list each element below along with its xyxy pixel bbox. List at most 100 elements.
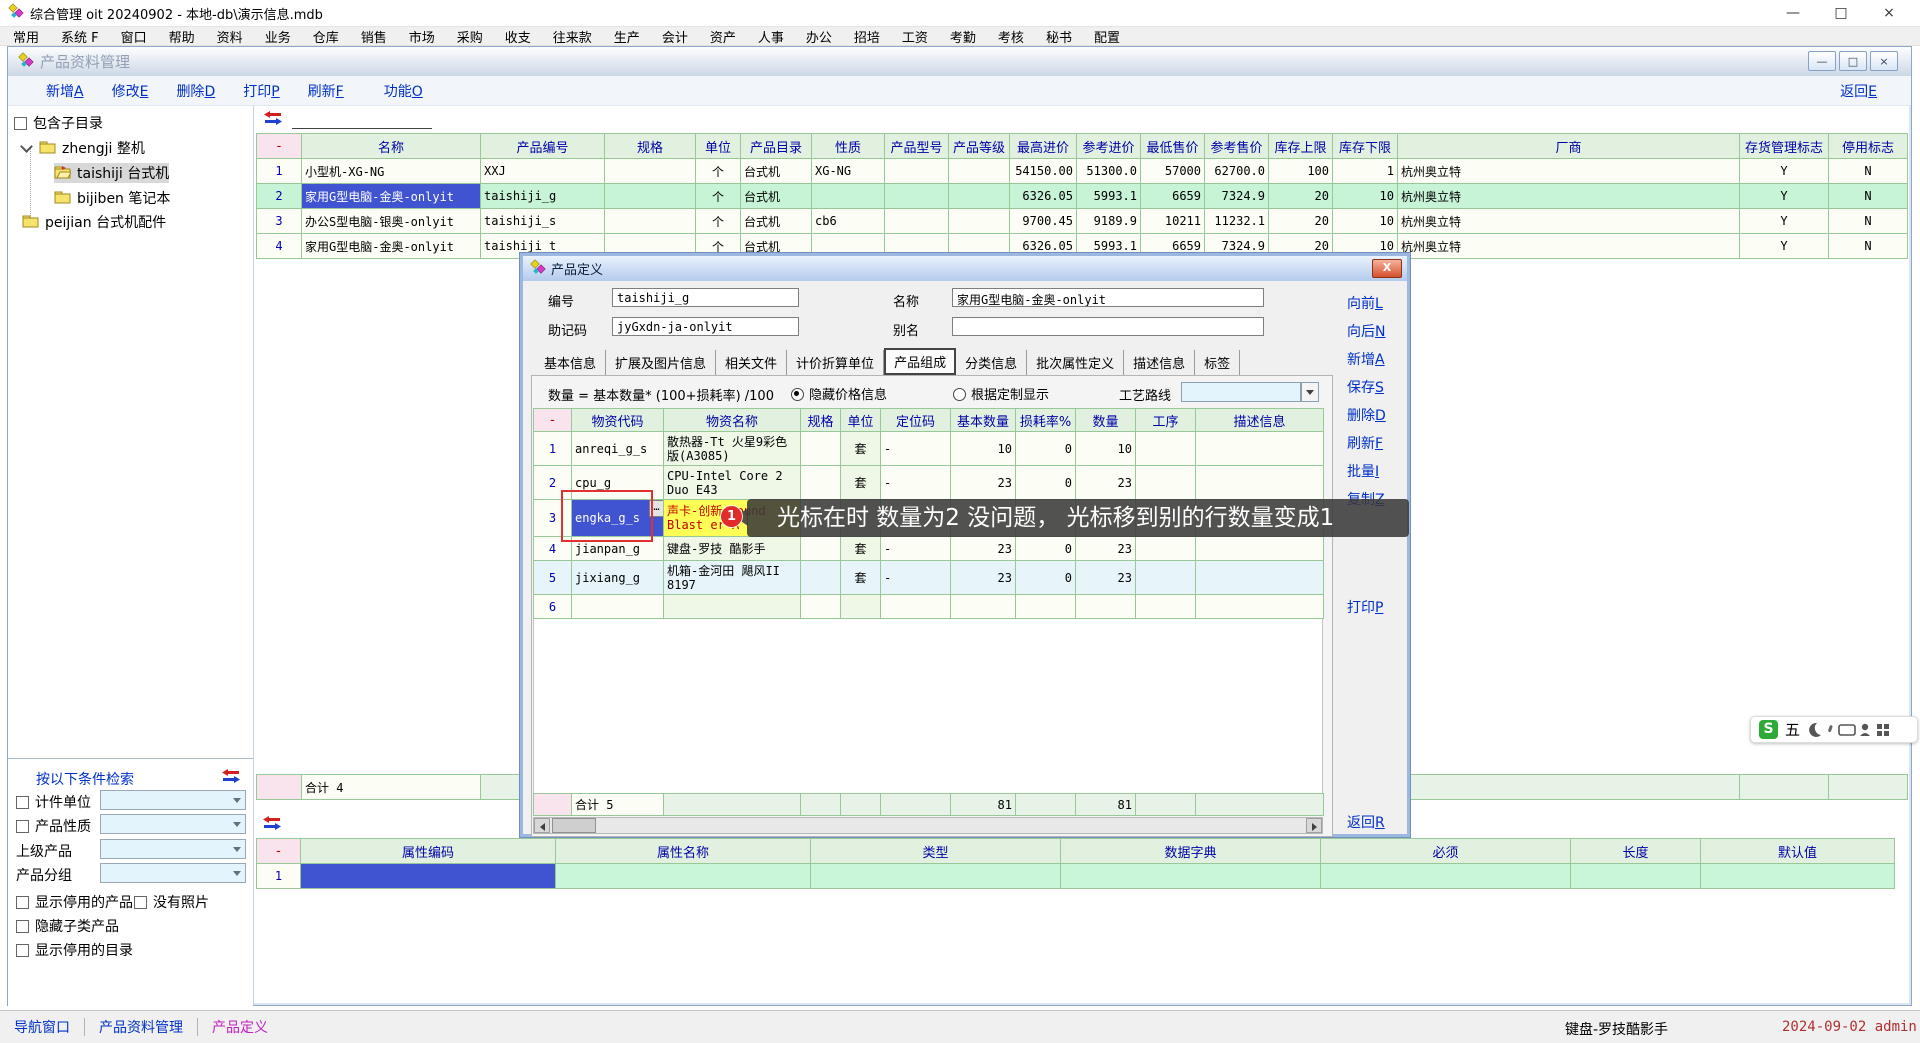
cell[interactable] bbox=[534, 794, 572, 816]
cell[interactable] bbox=[1016, 595, 1076, 619]
toolbar-refresh-button[interactable]: 刷新F bbox=[308, 81, 344, 101]
cell[interactable]: 2 bbox=[257, 184, 302, 209]
column-header[interactable]: 存货管理标志 bbox=[1740, 134, 1829, 159]
menu-item[interactable]: 帮助 bbox=[158, 26, 206, 47]
name-field[interactable]: 家用G型电脑-金奥-onlyit bbox=[952, 288, 1264, 307]
column-header[interactable]: 性质 bbox=[812, 134, 885, 159]
column-header[interactable]: 数量 bbox=[1076, 409, 1136, 432]
cell[interactable]: anreqi_g_s bbox=[572, 432, 664, 466]
sogou-icon[interactable]: S bbox=[1759, 720, 1778, 739]
cell[interactable] bbox=[801, 537, 841, 561]
cell[interactable]: 23 bbox=[951, 561, 1016, 595]
cell[interactable]: 套 bbox=[841, 561, 881, 595]
column-header[interactable]: 必须 bbox=[1321, 839, 1571, 864]
column-header[interactable]: 损耗率% bbox=[1016, 409, 1076, 432]
cell[interactable]: 1 bbox=[257, 159, 302, 184]
cell[interactable] bbox=[1196, 595, 1324, 619]
cell[interactable]: Y bbox=[1740, 159, 1829, 184]
cell[interactable]: 81 bbox=[1076, 794, 1136, 816]
cell[interactable] bbox=[1196, 561, 1324, 595]
column-header[interactable]: 产品型号 bbox=[885, 134, 949, 159]
scroll-left-button[interactable] bbox=[534, 818, 550, 833]
cell[interactable]: N bbox=[1829, 184, 1908, 209]
scroll-right-button[interactable] bbox=[1306, 818, 1322, 833]
cell[interactable] bbox=[301, 864, 556, 889]
combobox-arrow-button[interactable] bbox=[1301, 382, 1319, 402]
alias-field[interactable] bbox=[952, 317, 1264, 336]
cell[interactable]: N bbox=[1829, 159, 1908, 184]
toolbar-add-button[interactable]: 新增A bbox=[46, 81, 84, 101]
filter-combobox[interactable] bbox=[100, 790, 246, 810]
hide-price-radio[interactable]: 隐藏价格信息 bbox=[791, 384, 887, 403]
column-header[interactable]: 工序 bbox=[1136, 409, 1196, 432]
cell[interactable]: 10 bbox=[951, 432, 1016, 466]
menu-item[interactable]: 办公 bbox=[795, 26, 843, 47]
column-header[interactable]: 基本数量 bbox=[951, 409, 1016, 432]
column-header[interactable]: 规格 bbox=[801, 409, 841, 432]
cell[interactable]: 杭州奥立特 bbox=[1398, 209, 1740, 234]
tab-item[interactable]: 批次属性定义 bbox=[1027, 350, 1124, 375]
cell[interactable] bbox=[1701, 864, 1895, 889]
side-prev-button[interactable]: 向前L bbox=[1347, 293, 1383, 313]
option-checkbox[interactable] bbox=[16, 944, 29, 957]
option-checkbox[interactable] bbox=[134, 896, 147, 909]
expander-icon[interactable] bbox=[20, 140, 33, 153]
status-tab[interactable]: 产品资料管理 bbox=[97, 1017, 185, 1037]
column-header[interactable]: 单位 bbox=[696, 134, 741, 159]
cell[interactable] bbox=[801, 561, 841, 595]
toolbar-print-button[interactable]: 打印P bbox=[243, 81, 279, 101]
cell[interactable] bbox=[1136, 466, 1196, 500]
menu-item[interactable]: 收支 bbox=[494, 26, 542, 47]
cell[interactable]: 个 bbox=[696, 159, 741, 184]
cell[interactable] bbox=[841, 595, 881, 619]
cell[interactable]: 54150.00 bbox=[1010, 159, 1077, 184]
scrollbar-thumb[interactable] bbox=[552, 818, 596, 833]
cell[interactable] bbox=[1196, 794, 1324, 816]
tree-node[interactable]: peijian 台式机配件 bbox=[22, 212, 166, 232]
filter-combobox[interactable] bbox=[100, 863, 246, 883]
menu-item[interactable]: 往来款 bbox=[542, 26, 603, 47]
cell[interactable]: - bbox=[881, 466, 951, 500]
cell[interactable] bbox=[1061, 864, 1321, 889]
cell[interactable] bbox=[556, 864, 811, 889]
cell[interactable] bbox=[1196, 432, 1324, 466]
cell[interactable] bbox=[841, 794, 881, 816]
cell[interactable] bbox=[1196, 466, 1324, 500]
cell[interactable]: 台式机 bbox=[741, 184, 812, 209]
ime-tray[interactable]: S 五 bbox=[1750, 716, 1918, 743]
cell[interactable] bbox=[1076, 595, 1136, 619]
cell[interactable] bbox=[1321, 864, 1571, 889]
menu-item[interactable]: 采购 bbox=[446, 26, 494, 47]
cell[interactable]: 51300.0 bbox=[1077, 159, 1141, 184]
cell[interactable]: 10 bbox=[1333, 209, 1398, 234]
cell[interactable] bbox=[801, 466, 841, 500]
cell[interactable] bbox=[885, 184, 949, 209]
menu-item[interactable]: 会计 bbox=[651, 26, 699, 47]
menu-item[interactable]: 窗口 bbox=[110, 26, 158, 47]
cell[interactable] bbox=[1136, 432, 1196, 466]
cell[interactable]: 6659 bbox=[1141, 184, 1205, 209]
cell[interactable]: 6 bbox=[534, 595, 572, 619]
cell[interactable] bbox=[1740, 775, 1829, 800]
cell[interactable] bbox=[801, 794, 841, 816]
column-header[interactable]: 名称 bbox=[302, 134, 481, 159]
mnemonic-field[interactable]: jyGxdn-ja-onlyit bbox=[612, 317, 799, 336]
cell[interactable] bbox=[1571, 864, 1701, 889]
cell[interactable]: 0 bbox=[1016, 537, 1076, 561]
cell[interactable]: 7324.9 bbox=[1205, 184, 1269, 209]
cell[interactable]: 个 bbox=[696, 184, 741, 209]
tab-item[interactable]: 标签 bbox=[1195, 350, 1240, 375]
cell[interactable]: 套 bbox=[841, 432, 881, 466]
cell[interactable]: 9189.9 bbox=[1077, 209, 1141, 234]
cell[interactable]: Y bbox=[1740, 234, 1829, 259]
status-tab[interactable]: 导航窗口 bbox=[12, 1017, 72, 1037]
return-button[interactable]: 返回R bbox=[1347, 812, 1385, 832]
cell[interactable]: N bbox=[1829, 209, 1908, 234]
cell[interactable]: 1 bbox=[1333, 159, 1398, 184]
cell[interactable]: 家用G型电脑-金奥-onlyit bbox=[302, 184, 481, 209]
cell[interactable] bbox=[605, 159, 696, 184]
cell[interactable]: 套 bbox=[841, 466, 881, 500]
cell[interactable]: - bbox=[881, 432, 951, 466]
cell[interactable]: 家用G型电脑-金奥-onlyit bbox=[302, 234, 481, 259]
horizontal-scrollbar[interactable] bbox=[533, 817, 1323, 834]
